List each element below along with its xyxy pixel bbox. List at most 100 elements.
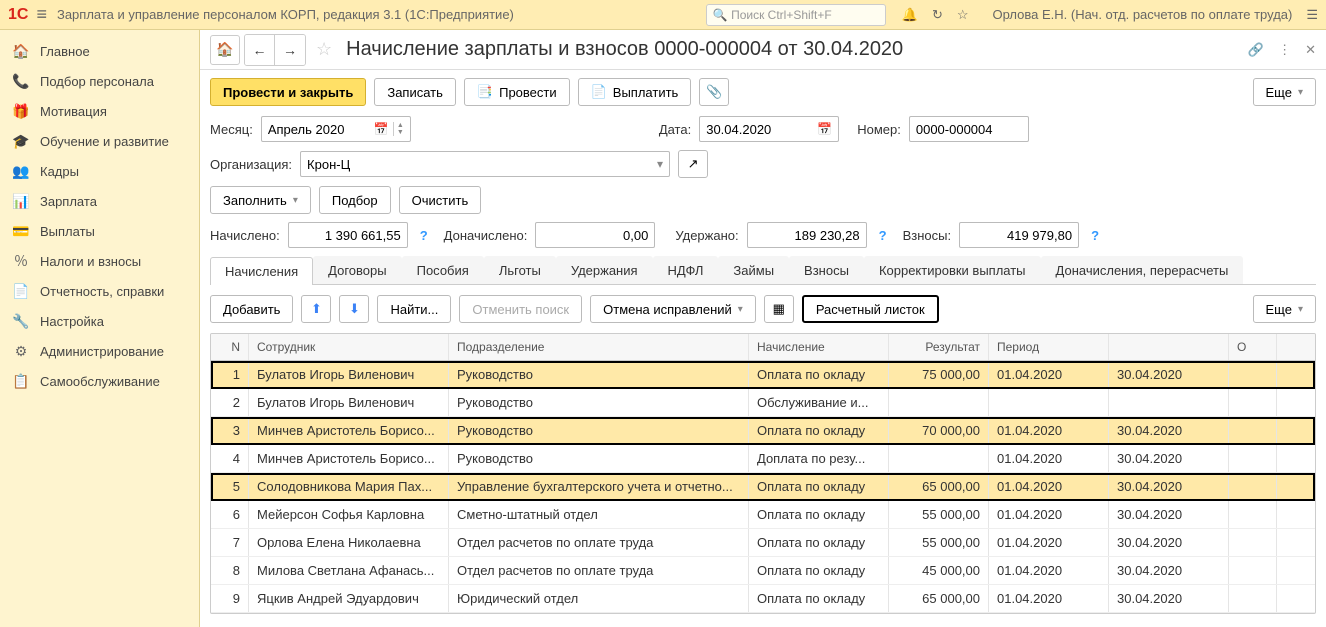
commit-close-button[interactable]: Провести и закрыть	[210, 78, 366, 106]
forward-button[interactable]: →	[275, 35, 305, 65]
col-n[interactable]: N	[211, 334, 249, 360]
col-accrual[interactable]: Начисление	[749, 334, 889, 360]
more-button[interactable]: Еще	[1253, 78, 1316, 106]
search-input[interactable]: 🔍 Поиск Ctrl+Shift+F	[706, 4, 886, 26]
help-icon[interactable]: ?	[1091, 228, 1099, 243]
month-input[interactable]: 📅 ▲▼	[261, 116, 411, 142]
close-icon[interactable]: ✕	[1305, 42, 1316, 58]
tab[interactable]: Займы	[718, 256, 789, 284]
sidebar-item[interactable]: 🎓Обучение и развитие	[0, 126, 199, 156]
tab[interactable]: Начисления	[210, 257, 313, 285]
sidebar-item[interactable]: 📞Подбор персонала	[0, 66, 199, 96]
cell-department: Юридический отдел	[449, 585, 749, 612]
pay-button[interactable]: 📄Выплатить	[578, 78, 692, 106]
table-row[interactable]: 4Минчев Аристотель Борисо...РуководствоД…	[211, 445, 1315, 473]
cell-department: Руководство	[449, 445, 749, 472]
cell-accrual: Оплата по окладу	[749, 557, 889, 584]
cell-period-start: 01.04.2020	[989, 361, 1109, 388]
help-icon[interactable]: ?	[879, 228, 887, 243]
sidebar-item[interactable]: 🔧Настройка	[0, 306, 199, 336]
addl-label: Доначислено:	[444, 228, 528, 243]
sidebar-icon: 💳	[12, 223, 30, 240]
sidebar-item[interactable]: 🎁Мотивация	[0, 96, 199, 126]
favorite-icon[interactable]: ☆	[316, 39, 332, 60]
tab[interactable]: Взносы	[789, 256, 864, 284]
undo-fix-button[interactable]: Отмена исправлений	[590, 295, 756, 323]
sidebar-item[interactable]: ％Налоги и взносы	[0, 246, 199, 276]
org-label: Организация:	[210, 157, 292, 172]
sidebar-item[interactable]: ⚙ Администрирование	[0, 336, 199, 366]
cell-period-start: 01.04.2020	[989, 585, 1109, 612]
move-up-button[interactable]: ⬆	[301, 295, 331, 323]
fill-button[interactable]: Заполнить	[210, 186, 311, 214]
table-row[interactable]: 5Солодовникова Мария Пах...Управление бу…	[211, 473, 1315, 501]
table-row[interactable]: 8Милова Светлана Афанась...Отдел расчето…	[211, 557, 1315, 585]
sidebar-item[interactable]: 👥Кадры	[0, 156, 199, 186]
tab[interactable]: НДФЛ	[653, 256, 719, 284]
find-button[interactable]: Найти...	[377, 295, 451, 323]
table-row[interactable]: 3Минчев Аристотель Борисо...РуководствоО…	[211, 417, 1315, 445]
save-button[interactable]: Записать	[374, 78, 456, 106]
bell-icon[interactable]: 🔔	[902, 7, 918, 23]
col-o[interactable]: О	[1229, 334, 1277, 360]
table-row[interactable]: 9Яцкив Андрей ЭдуардовичЮридический отде…	[211, 585, 1315, 613]
sidebar-icon: ⚙	[12, 343, 30, 360]
star-icon[interactable]: ☆	[957, 7, 969, 23]
calendar-icon[interactable]: 📅	[817, 122, 832, 136]
col-result[interactable]: Результат	[889, 334, 989, 360]
sidebar-item[interactable]: 📋Самообслуживание	[0, 366, 199, 396]
help-icon[interactable]: ?	[420, 228, 428, 243]
tab[interactable]: Льготы	[484, 256, 556, 284]
clear-button[interactable]: Очистить	[399, 186, 482, 214]
tab[interactable]: Удержания	[556, 256, 653, 284]
sidebar-label: Администрирование	[40, 344, 164, 359]
payslip-button[interactable]: Расчетный листок	[802, 295, 939, 323]
tab[interactable]: Пособия	[402, 256, 484, 284]
post-button[interactable]: 📑Провести	[464, 78, 570, 106]
col-employee[interactable]: Сотрудник	[249, 334, 449, 360]
number-input[interactable]	[909, 116, 1029, 142]
menu-icon[interactable]: ☰	[1306, 7, 1318, 23]
table-row[interactable]: 1Булатов Игорь ВиленовичРуководствоОплат…	[211, 361, 1315, 389]
hamburger-icon[interactable]: ≡	[36, 4, 47, 25]
add-row-button[interactable]: Добавить	[210, 295, 293, 323]
col-period-end[interactable]	[1109, 334, 1229, 360]
cell-n: 7	[211, 529, 249, 556]
col-department[interactable]: Подразделение	[449, 334, 749, 360]
col-period[interactable]: Период	[989, 334, 1109, 360]
back-button[interactable]: ←	[245, 35, 275, 65]
dropdown-icon[interactable]: ▾	[657, 157, 663, 171]
sidebar-item[interactable]: 💳Выплаты	[0, 216, 199, 246]
sidebar-label: Главное	[40, 44, 90, 59]
cell-department: Сметно-штатный отдел	[449, 501, 749, 528]
table-row[interactable]: 7Орлова Елена НиколаевнаОтдел расчетов п…	[211, 529, 1315, 557]
cell-accrual: Обслуживание и...	[749, 389, 889, 416]
tab[interactable]: Договоры	[313, 256, 401, 284]
grid-settings-button[interactable]: ▦	[764, 295, 794, 323]
attach-button[interactable]: 📎	[699, 78, 729, 106]
pick-button[interactable]: Подбор	[319, 186, 391, 214]
tab[interactable]: Корректировки выплаты	[864, 256, 1041, 284]
table-row[interactable]: 6Мейерсон Софья КарловнаСметно-штатный о…	[211, 501, 1315, 529]
spinner-icon[interactable]: ▲▼	[393, 122, 404, 136]
cell-department: Руководство	[449, 417, 749, 444]
sidebar-item[interactable]: 🏠Главное	[0, 36, 199, 66]
sidebar-item[interactable]: 📊Зарплата	[0, 186, 199, 216]
sidebar-label: Налоги и взносы	[40, 254, 141, 269]
link-icon[interactable]: 🔗	[1248, 42, 1264, 58]
kebab-icon[interactable]: ⋮	[1278, 42, 1291, 58]
org-input[interactable]: ▾	[300, 151, 670, 177]
home-button[interactable]: 🏠	[210, 35, 240, 65]
calendar-icon[interactable]: 📅	[374, 122, 389, 136]
org-expand-button[interactable]: ↗	[678, 150, 708, 178]
tab[interactable]: Доначисления, перерасчеты	[1041, 256, 1244, 284]
sidebar-item[interactable]: 📄Отчетность, справки	[0, 276, 199, 306]
history-icon[interactable]: ↻	[932, 7, 943, 23]
user-label[interactable]: Орлова Е.Н. (Нач. отд. расчетов по оплат…	[993, 7, 1293, 22]
table-row[interactable]: 2Булатов Игорь ВиленовичРуководствоОбслу…	[211, 389, 1315, 417]
cell-o	[1229, 585, 1277, 612]
grid-more-button[interactable]: Еще	[1253, 295, 1316, 323]
move-down-button[interactable]: ⬇	[339, 295, 369, 323]
date-input[interactable]: 📅	[699, 116, 839, 142]
cell-accrual: Доплата по резу...	[749, 445, 889, 472]
